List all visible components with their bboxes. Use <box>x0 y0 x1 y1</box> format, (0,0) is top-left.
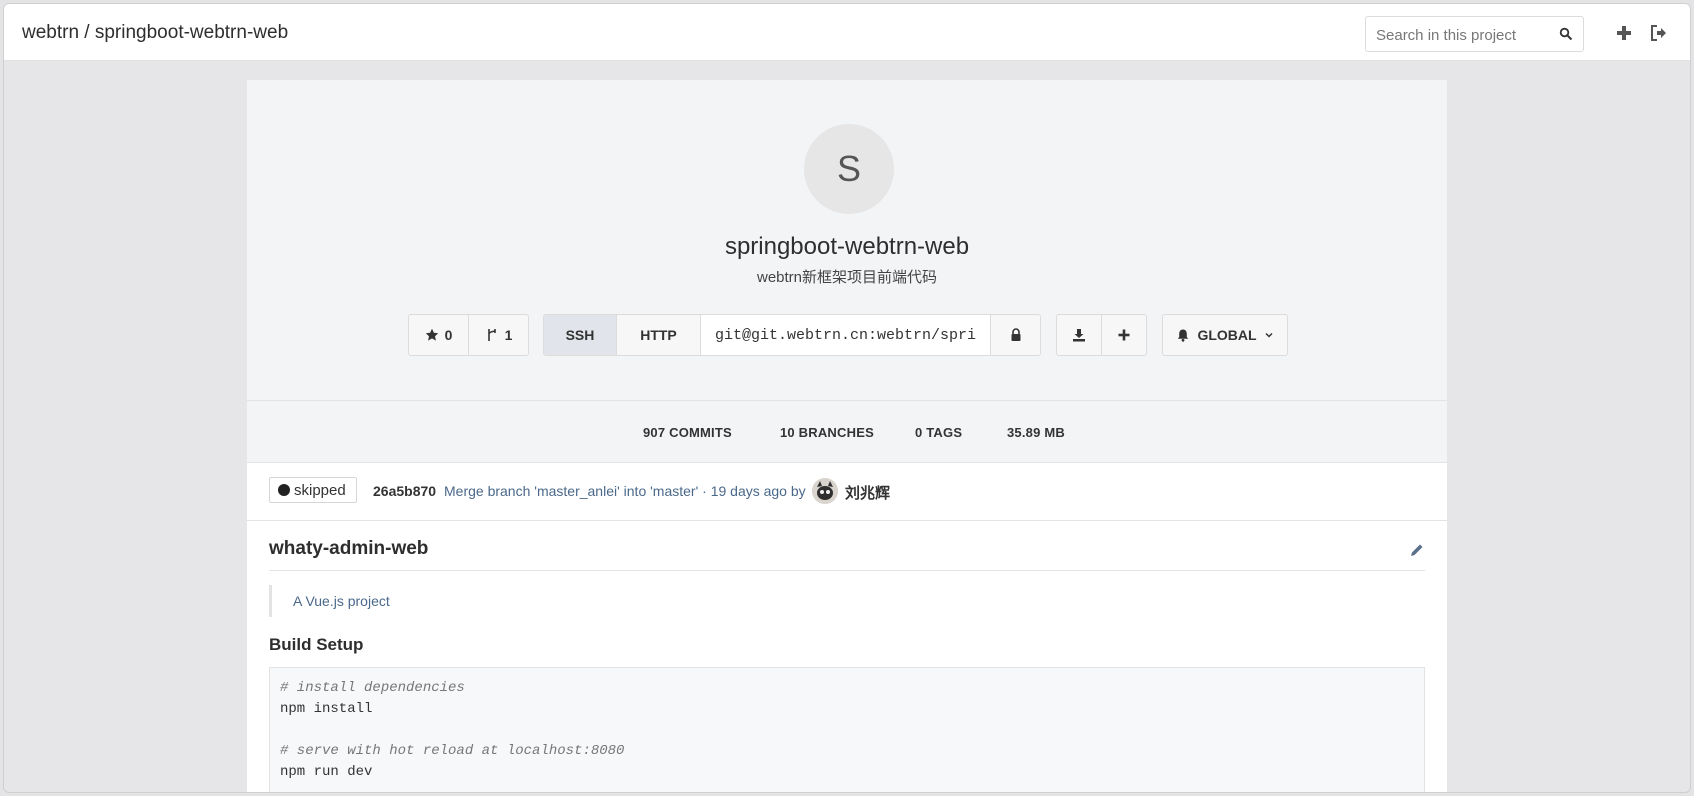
star-icon <box>425 328 438 341</box>
ssh-tab[interactable]: SSH <box>544 315 617 355</box>
fork-button[interactable]: 1 <box>469 315 528 355</box>
repo-size: 35.89 MB <box>1007 425 1065 440</box>
plus-icon[interactable] <box>1614 23 1634 43</box>
project-description: webtrn新框架项目前端代码 <box>756 269 938 286</box>
status-dot-icon <box>278 484 290 496</box>
add-button[interactable] <box>1102 315 1146 355</box>
pencil-icon[interactable] <box>1409 542 1425 558</box>
project-hero: S springboot-webtrn-web webtrn新框架项目前端代码 … <box>247 80 1447 401</box>
fork-icon <box>487 329 496 341</box>
code-line: npm run dev <box>280 764 373 780</box>
download-button[interactable] <box>1057 315 1102 355</box>
code-line: # serve with hot reload at localhost:808… <box>280 743 625 759</box>
tags-link[interactable]: 0 TAGS <box>915 425 962 440</box>
app-window: webtrn / springboot-webtrn-web S springb… <box>3 3 1691 793</box>
code-line: npm install <box>280 701 373 717</box>
last-commit-bar: skipped 26a5b870 Merge branch 'master_an… <box>247 463 1447 521</box>
notification-level: GLOBAL <box>1197 327 1257 343</box>
notification-dropdown[interactable]: GLOBAL <box>1162 314 1288 356</box>
commit-sha-link[interactable]: 26a5b870 <box>373 483 436 499</box>
star-fork-group: 0 1 <box>408 314 529 356</box>
sign-out-icon[interactable] <box>1649 23 1669 43</box>
code-line: # install dependencies <box>280 680 465 696</box>
build-setup-heading: Build Setup <box>269 635 364 654</box>
notification-button[interactable]: GLOBAL <box>1163 315 1287 355</box>
search-icon[interactable] <box>1559 27 1573 41</box>
search-box[interactable] <box>1365 16 1584 52</box>
project-avatar: S <box>804 124 894 214</box>
http-tab[interactable]: HTTP <box>617 315 701 355</box>
fork-count: 1 <box>504 327 513 343</box>
commit-author-name[interactable]: 刘兆辉 <box>845 482 890 503</box>
branches-link[interactable]: 10 BRANCHES <box>780 425 874 440</box>
ci-status-label: skipped <box>294 481 346 499</box>
top-header: webtrn / springboot-webtrn-web <box>4 4 1690 61</box>
search-input[interactable] <box>1376 25 1556 45</box>
bell-icon <box>1178 329 1189 342</box>
project-stats: 907 COMMITS 10 BRANCHES 0 TAGS 35.89 MB <box>247 401 1447 463</box>
plus-icon <box>1118 329 1130 341</box>
readme-title: whaty-admin-web <box>269 538 1425 571</box>
readme-section: whaty-admin-web A Vue.js project Build S… <box>269 538 1425 792</box>
download-add-group <box>1056 314 1147 356</box>
lock-icon <box>1011 328 1020 341</box>
lock-button[interactable] <box>991 315 1040 355</box>
readme-blockquote: A Vue.js project <box>269 585 1425 617</box>
clone-url-input[interactable] <box>701 315 991 355</box>
project-breadcrumb[interactable]: webtrn / springboot-webtrn-web <box>22 22 288 44</box>
star-button[interactable]: 0 <box>409 315 469 355</box>
commit-message-link[interactable]: Merge branch 'master_anlei' into 'master… <box>444 483 806 499</box>
chevron-down-icon <box>1265 332 1273 338</box>
project-card: S springboot-webtrn-web webtrn新框架项目前端代码 … <box>247 80 1447 792</box>
code-block: # install dependencies npm install # ser… <box>269 667 1425 792</box>
project-title: springboot-webtrn-web <box>724 233 970 260</box>
download-icon <box>1073 329 1085 342</box>
author-avatar[interactable] <box>812 478 838 504</box>
commits-link[interactable]: 907 COMMITS <box>643 425 732 440</box>
clone-group: SSH HTTP <box>543 314 1041 356</box>
star-count: 0 <box>444 327 453 343</box>
ci-status-badge[interactable]: skipped <box>269 477 357 503</box>
